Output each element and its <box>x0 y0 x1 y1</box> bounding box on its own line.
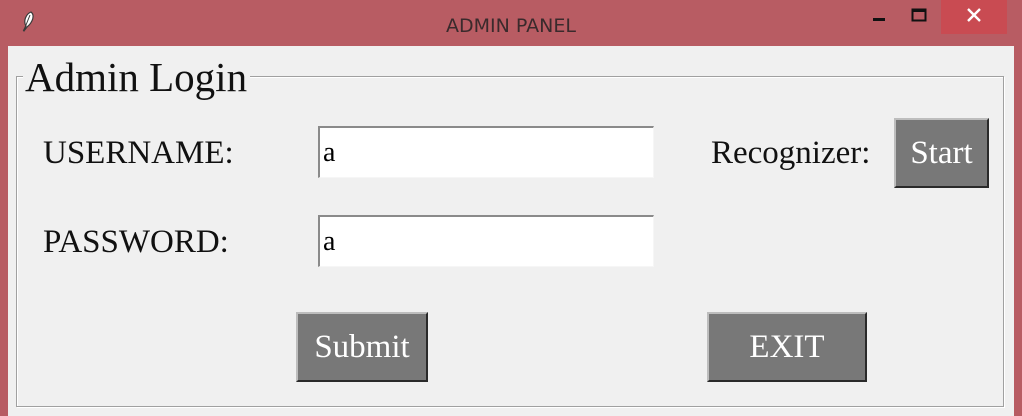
title-bar[interactable]: ADMIN PANEL <box>0 0 1022 46</box>
group-title: Admin Login <box>23 54 251 100</box>
password-label: PASSWORD: <box>43 224 229 260</box>
submit-button[interactable]: Submit <box>296 312 428 382</box>
start-button[interactable]: Start <box>894 118 989 188</box>
recognizer-label: Recognizer: <box>711 135 871 171</box>
exit-button[interactable]: EXIT <box>707 312 867 382</box>
username-label: USERNAME: <box>43 135 234 171</box>
close-icon <box>966 7 982 28</box>
username-input[interactable] <box>318 126 654 178</box>
close-button[interactable] <box>941 0 1007 34</box>
password-input[interactable] <box>318 215 654 267</box>
window-client-area: Admin Login USERNAME: Recognizer: Start … <box>8 46 1014 416</box>
minimize-icon <box>872 8 886 27</box>
maximize-icon <box>911 8 927 27</box>
maximize-button[interactable] <box>898 0 940 34</box>
app-window: ADMIN PANEL Admin Login USERNAME: Recogn… <box>0 0 1022 416</box>
minimize-button[interactable] <box>862 0 896 34</box>
